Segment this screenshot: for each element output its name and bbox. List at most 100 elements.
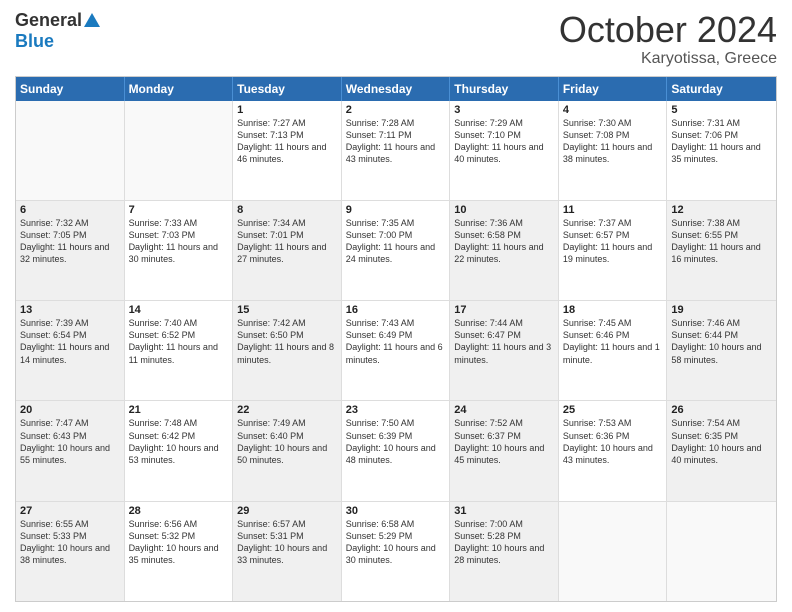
calendar-cell-day-23: 23Sunrise: 7:50 AM Sunset: 6:39 PM Dayli… [342,401,451,500]
calendar-cell-day-9: 9Sunrise: 7:35 AM Sunset: 7:00 PM Daylig… [342,201,451,300]
day-number: 11 [563,204,663,216]
weekday-header-tuesday: Tuesday [233,77,342,101]
calendar-cell-empty-0-1 [125,101,234,200]
day-number: 8 [237,204,337,216]
calendar-cell-day-20: 20Sunrise: 7:47 AM Sunset: 6:43 PM Dayli… [16,401,125,500]
cell-info-text: Sunrise: 7:45 AM Sunset: 6:46 PM Dayligh… [563,317,663,366]
day-number: 24 [454,404,554,416]
calendar-cell-day-22: 22Sunrise: 7:49 AM Sunset: 6:40 PM Dayli… [233,401,342,500]
calendar-row-1: 6Sunrise: 7:32 AM Sunset: 7:05 PM Daylig… [16,200,776,300]
day-number: 23 [346,404,446,416]
calendar-cell-day-13: 13Sunrise: 7:39 AM Sunset: 6:54 PM Dayli… [16,301,125,400]
calendar-cell-day-10: 10Sunrise: 7:36 AM Sunset: 6:58 PM Dayli… [450,201,559,300]
calendar-cell-day-26: 26Sunrise: 7:54 AM Sunset: 6:35 PM Dayli… [667,401,776,500]
location: Karyotissa, Greece [559,50,777,68]
day-number: 1 [237,104,337,116]
cell-info-text: Sunrise: 7:36 AM Sunset: 6:58 PM Dayligh… [454,217,554,266]
cell-info-text: Sunrise: 7:46 AM Sunset: 6:44 PM Dayligh… [671,317,772,366]
cell-info-text: Sunrise: 6:58 AM Sunset: 5:29 PM Dayligh… [346,518,446,567]
calendar-cell-day-28: 28Sunrise: 6:56 AM Sunset: 5:32 PM Dayli… [125,502,234,601]
cell-info-text: Sunrise: 7:53 AM Sunset: 6:36 PM Dayligh… [563,417,663,466]
calendar-cell-day-1: 1Sunrise: 7:27 AM Sunset: 7:13 PM Daylig… [233,101,342,200]
calendar-row-0: 1Sunrise: 7:27 AM Sunset: 7:13 PM Daylig… [16,101,776,200]
calendar-cell-day-21: 21Sunrise: 7:48 AM Sunset: 6:42 PM Dayli… [125,401,234,500]
calendar-cell-day-8: 8Sunrise: 7:34 AM Sunset: 7:01 PM Daylig… [233,201,342,300]
day-number: 22 [237,404,337,416]
day-number: 21 [129,404,229,416]
calendar-cell-day-19: 19Sunrise: 7:46 AM Sunset: 6:44 PM Dayli… [667,301,776,400]
calendar-header: SundayMondayTuesdayWednesdayThursdayFrid… [16,77,776,101]
day-number: 12 [671,204,772,216]
weekday-header-monday: Monday [125,77,234,101]
calendar-row-4: 27Sunrise: 6:55 AM Sunset: 5:33 PM Dayli… [16,501,776,601]
cell-info-text: Sunrise: 7:00 AM Sunset: 5:28 PM Dayligh… [454,518,554,567]
weekday-header-thursday: Thursday [450,77,559,101]
header: General Blue October 2024 Karyotissa, Gr… [15,10,777,68]
cell-info-text: Sunrise: 7:40 AM Sunset: 6:52 PM Dayligh… [129,317,229,366]
day-number: 17 [454,304,554,316]
day-number: 26 [671,404,772,416]
cell-info-text: Sunrise: 7:48 AM Sunset: 6:42 PM Dayligh… [129,417,229,466]
logo: General Blue [15,10,100,52]
day-number: 2 [346,104,446,116]
cell-info-text: Sunrise: 7:47 AM Sunset: 6:43 PM Dayligh… [20,417,120,466]
logo-general-text: General [15,10,82,31]
calendar-cell-day-17: 17Sunrise: 7:44 AM Sunset: 6:47 PM Dayli… [450,301,559,400]
calendar-cell-day-29: 29Sunrise: 6:57 AM Sunset: 5:31 PM Dayli… [233,502,342,601]
day-number: 14 [129,304,229,316]
title-area: October 2024 Karyotissa, Greece [559,10,777,68]
calendar-cell-day-30: 30Sunrise: 6:58 AM Sunset: 5:29 PM Dayli… [342,502,451,601]
calendar-cell-day-7: 7Sunrise: 7:33 AM Sunset: 7:03 PM Daylig… [125,201,234,300]
calendar-row-3: 20Sunrise: 7:47 AM Sunset: 6:43 PM Dayli… [16,400,776,500]
calendar-cell-day-31: 31Sunrise: 7:00 AM Sunset: 5:28 PM Dayli… [450,502,559,601]
day-number: 19 [671,304,772,316]
weekday-header-sunday: Sunday [16,77,125,101]
calendar-cell-empty-4-5 [559,502,668,601]
month-title: October 2024 [559,10,777,50]
cell-info-text: Sunrise: 7:35 AM Sunset: 7:00 PM Dayligh… [346,217,446,266]
cell-info-text: Sunrise: 7:37 AM Sunset: 6:57 PM Dayligh… [563,217,663,266]
cell-info-text: Sunrise: 7:33 AM Sunset: 7:03 PM Dayligh… [129,217,229,266]
day-number: 4 [563,104,663,116]
calendar-cell-day-2: 2Sunrise: 7:28 AM Sunset: 7:11 PM Daylig… [342,101,451,200]
day-number: 25 [563,404,663,416]
day-number: 31 [454,505,554,517]
calendar-cell-day-16: 16Sunrise: 7:43 AM Sunset: 6:49 PM Dayli… [342,301,451,400]
day-number: 13 [20,304,120,316]
cell-info-text: Sunrise: 7:30 AM Sunset: 7:08 PM Dayligh… [563,117,663,166]
cell-info-text: Sunrise: 7:49 AM Sunset: 6:40 PM Dayligh… [237,417,337,466]
day-number: 15 [237,304,337,316]
calendar-cell-day-5: 5Sunrise: 7:31 AM Sunset: 7:06 PM Daylig… [667,101,776,200]
cell-info-text: Sunrise: 7:39 AM Sunset: 6:54 PM Dayligh… [20,317,120,366]
weekday-header-friday: Friday [559,77,668,101]
calendar-cell-day-27: 27Sunrise: 6:55 AM Sunset: 5:33 PM Dayli… [16,502,125,601]
calendar: SundayMondayTuesdayWednesdayThursdayFrid… [15,76,777,602]
calendar-cell-day-24: 24Sunrise: 7:52 AM Sunset: 6:37 PM Dayli… [450,401,559,500]
logo-blue-text: Blue [15,31,54,52]
day-number: 7 [129,204,229,216]
calendar-body: 1Sunrise: 7:27 AM Sunset: 7:13 PM Daylig… [16,101,776,601]
calendar-cell-empty-0-0 [16,101,125,200]
cell-info-text: Sunrise: 7:29 AM Sunset: 7:10 PM Dayligh… [454,117,554,166]
cell-info-text: Sunrise: 7:43 AM Sunset: 6:49 PM Dayligh… [346,317,446,366]
logo-triangle-icon [84,13,100,27]
day-number: 29 [237,505,337,517]
cell-info-text: Sunrise: 6:56 AM Sunset: 5:32 PM Dayligh… [129,518,229,567]
cell-info-text: Sunrise: 7:44 AM Sunset: 6:47 PM Dayligh… [454,317,554,366]
calendar-cell-day-11: 11Sunrise: 7:37 AM Sunset: 6:57 PM Dayli… [559,201,668,300]
calendar-cell-day-18: 18Sunrise: 7:45 AM Sunset: 6:46 PM Dayli… [559,301,668,400]
calendar-cell-day-6: 6Sunrise: 7:32 AM Sunset: 7:05 PM Daylig… [16,201,125,300]
cell-info-text: Sunrise: 6:57 AM Sunset: 5:31 PM Dayligh… [237,518,337,567]
calendar-cell-day-14: 14Sunrise: 7:40 AM Sunset: 6:52 PM Dayli… [125,301,234,400]
cell-info-text: Sunrise: 7:31 AM Sunset: 7:06 PM Dayligh… [671,117,772,166]
day-number: 5 [671,104,772,116]
day-number: 27 [20,505,120,517]
calendar-row-2: 13Sunrise: 7:39 AM Sunset: 6:54 PM Dayli… [16,300,776,400]
cell-info-text: Sunrise: 7:42 AM Sunset: 6:50 PM Dayligh… [237,317,337,366]
cell-info-text: Sunrise: 6:55 AM Sunset: 5:33 PM Dayligh… [20,518,120,567]
cell-info-text: Sunrise: 7:34 AM Sunset: 7:01 PM Dayligh… [237,217,337,266]
day-number: 18 [563,304,663,316]
weekday-header-wednesday: Wednesday [342,77,451,101]
day-number: 28 [129,505,229,517]
cell-info-text: Sunrise: 7:38 AM Sunset: 6:55 PM Dayligh… [671,217,772,266]
